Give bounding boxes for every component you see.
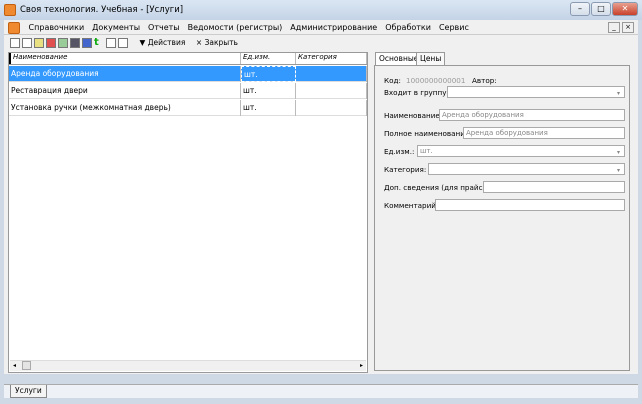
fullname-label: Полное наименование:: [384, 129, 472, 138]
edit-icon[interactable]: [34, 38, 44, 48]
column-header-name[interactable]: Наименование: [9, 53, 241, 64]
mdi-minimize-button[interactable]: _: [608, 22, 620, 33]
add-folder-icon[interactable]: [22, 38, 32, 48]
chevron-down-icon[interactable]: ▾: [614, 147, 623, 156]
window-tabs-bar: Услуги: [4, 384, 638, 398]
unit-label: Ед.изм.:: [384, 147, 415, 156]
chevron-down-icon[interactable]: ▾: [614, 165, 623, 174]
table-row[interactable]: Реставрация двери шт.: [9, 83, 367, 99]
print-icon[interactable]: [118, 38, 128, 48]
services-table: Наименование Ед.изм. Категория Аренда об…: [8, 52, 368, 373]
delete-icon[interactable]: [46, 38, 56, 48]
comment-input[interactable]: [435, 199, 625, 211]
table-header: Наименование Ед.изм. Категория: [9, 53, 367, 65]
chevron-down-icon[interactable]: ▾: [614, 88, 623, 97]
cell-name: Аренда оборудования: [9, 66, 241, 82]
name-input[interactable]: Аренда оборудования: [439, 109, 625, 121]
unit-select[interactable]: шт. ▾: [417, 145, 625, 157]
menu-references[interactable]: Справочники: [25, 20, 89, 35]
filter-icon[interactable]: [82, 38, 92, 48]
scroll-right-icon[interactable]: ▸: [360, 362, 363, 369]
cell-category: [296, 83, 367, 99]
find-icon[interactable]: [70, 38, 80, 48]
app-menu-icon[interactable]: [8, 21, 20, 34]
horizontal-scrollbar[interactable]: ◂ ▸: [10, 360, 366, 371]
main-tab-pane: Код: 1000000000001 Автор: Входит в групп…: [374, 65, 630, 371]
tab-prices[interactable]: Цены: [416, 52, 446, 65]
extra-info-input[interactable]: [483, 181, 625, 193]
scroll-thumb[interactable]: [22, 361, 31, 370]
cell-unit: шт.: [241, 100, 296, 116]
list-icon[interactable]: [106, 38, 116, 48]
menu-reports[interactable]: Отчеты: [144, 20, 184, 35]
fullname-input[interactable]: Аренда оборудования: [463, 127, 625, 139]
close-form-button[interactable]: × Закрыть: [196, 35, 238, 51]
hierarchy-icon[interactable]: [58, 38, 68, 48]
menu-bar: Справочники Документы Отчеты Ведомости (рег…: [4, 20, 638, 35]
add-icon[interactable]: [10, 38, 20, 48]
table-row[interactable]: Установка ручки (межкомнатная дверь) шт.: [9, 100, 367, 116]
window-tab-services[interactable]: Услуги: [10, 385, 47, 398]
name-label: Наименование:: [384, 111, 443, 120]
up-arrow-icon[interactable]: t: [94, 38, 104, 48]
category-label: Категория:: [384, 165, 427, 174]
cell-name: Реставрация двери: [9, 83, 241, 99]
menu-processing[interactable]: Обработки: [381, 20, 435, 35]
cell-name: Установка ручки (межкомнатная дверь): [9, 100, 241, 116]
minimize-button[interactable]: –: [570, 2, 590, 16]
cell-unit: шт.: [241, 66, 296, 82]
code-label: Код:: [384, 76, 401, 85]
menu-service[interactable]: Сервис: [435, 20, 473, 35]
window-title: Своя технология. Учебная - [Услуги]: [20, 5, 184, 15]
actions-menu-button[interactable]: ▼ Действия: [140, 35, 186, 51]
comment-label: Комментарий:: [384, 201, 439, 210]
mdi-close-button[interactable]: ×: [622, 22, 634, 33]
menu-documents[interactable]: Документы: [88, 20, 144, 35]
category-select[interactable]: ▾: [428, 163, 625, 175]
scroll-left-icon[interactable]: ◂: [13, 362, 16, 369]
extra-info-label: Доп. сведения (для прайса):: [384, 183, 493, 192]
menu-registers[interactable]: Ведомости (регистры): [184, 20, 287, 35]
cell-unit: шт.: [241, 83, 296, 99]
table-row[interactable]: Аренда оборудования шт.: [9, 66, 367, 82]
detail-panel: Основные Цены Код: 1000000000001 Автор: …: [372, 52, 634, 372]
maximize-button[interactable]: □: [591, 2, 611, 16]
cell-category: [296, 66, 367, 82]
title-bar: Своя технология. Учебная - [Услуги] – □ …: [0, 0, 642, 20]
code-value: 1000000000001: [406, 76, 466, 85]
column-header-unit[interactable]: Ед.изм.: [241, 53, 296, 64]
close-button[interactable]: ✕: [612, 2, 638, 16]
toolbar: t ▼ Действия × Закрыть: [4, 35, 638, 51]
cell-category: [296, 100, 367, 116]
menu-administration[interactable]: Администрирование: [286, 20, 381, 35]
group-select[interactable]: ▾: [447, 86, 625, 98]
app-logo-icon: [4, 4, 16, 16]
group-label: Входит в группу:: [384, 88, 449, 97]
column-header-category[interactable]: Категория: [296, 53, 367, 64]
author-label: Автор:: [472, 76, 497, 85]
